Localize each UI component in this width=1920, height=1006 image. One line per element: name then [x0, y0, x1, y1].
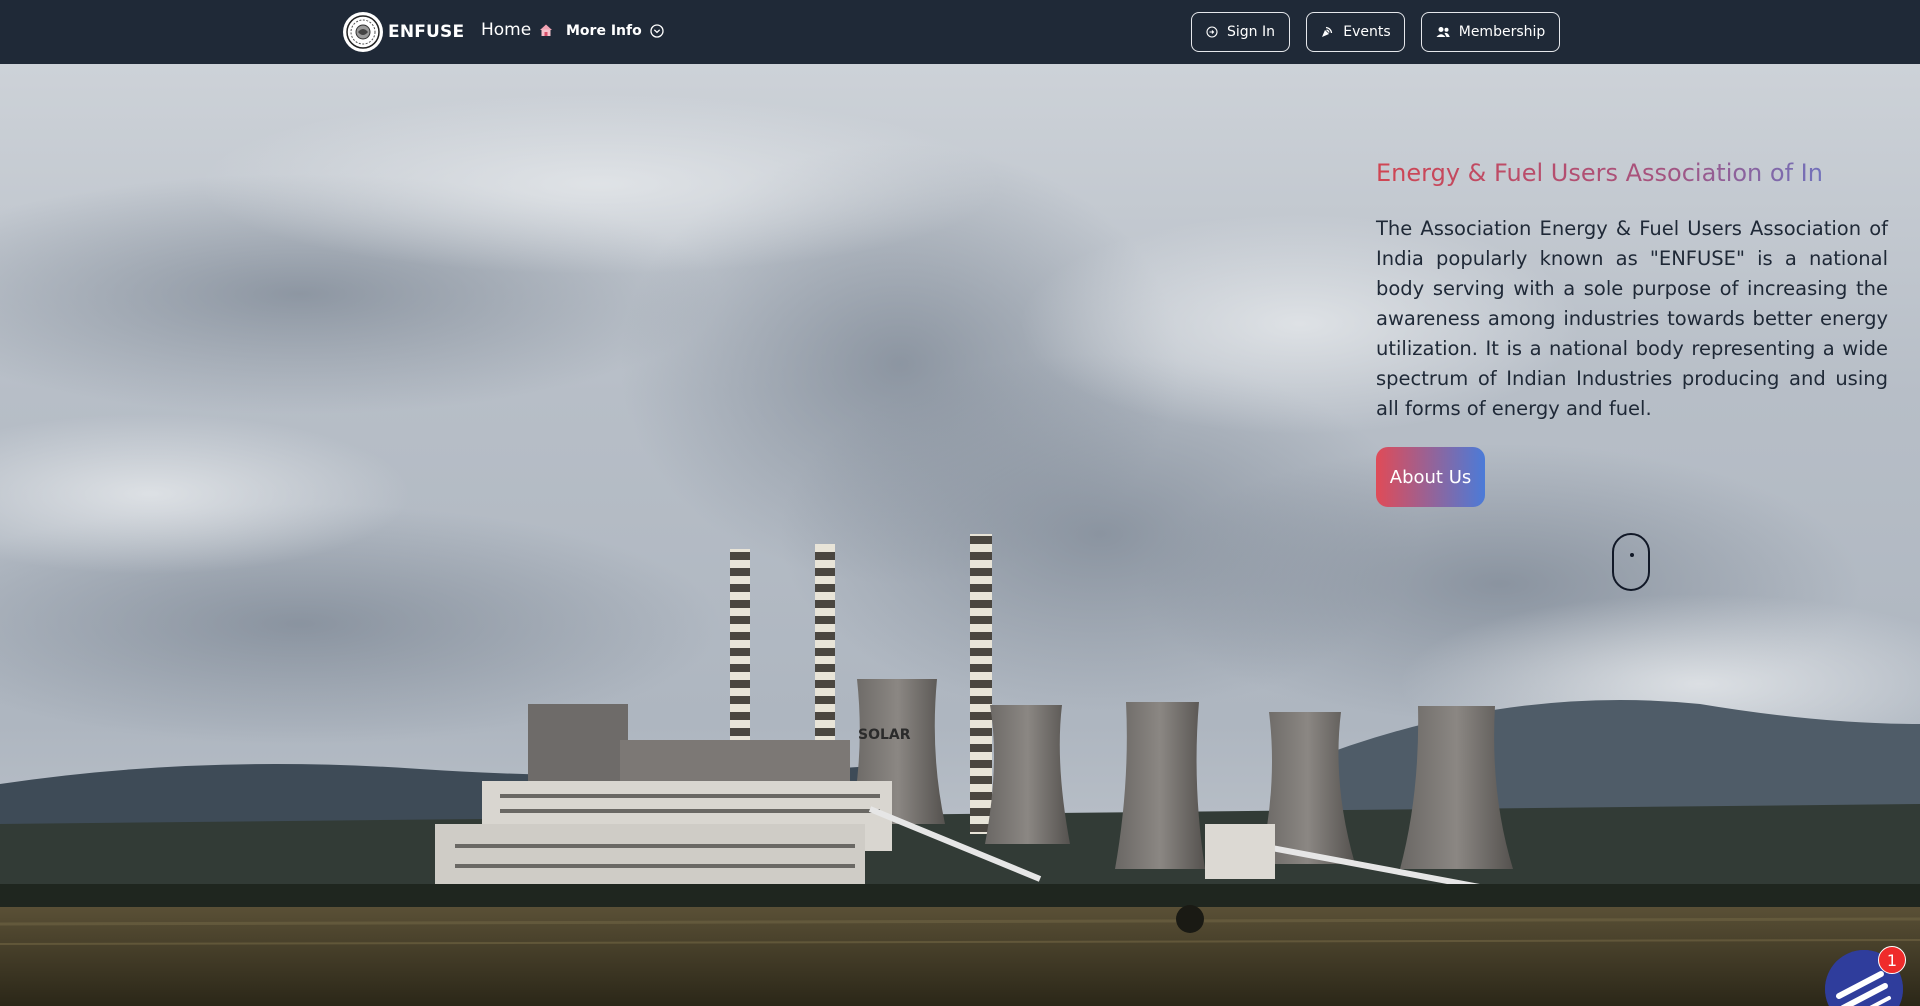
login-circle-icon — [1206, 26, 1218, 38]
home-icon — [540, 24, 553, 36]
hero-title: Energy & Fuel Users Association of In — [1376, 159, 1896, 187]
nav-home-label: Home — [481, 20, 532, 40]
emblem-logo-icon — [343, 12, 383, 52]
membership-label: Membership — [1458, 24, 1546, 40]
brand-link[interactable]: ENFUSE — [343, 12, 464, 52]
hero-section: SOLAR Energy & Fuel Users Association of… — [0, 64, 1920, 1006]
hero-description: The Association Energy & Fuel Users Asso… — [1376, 217, 1888, 420]
scroll-dot — [1630, 553, 1634, 557]
mouse-scroll-icon[interactable] — [1612, 533, 1650, 591]
chevron-down-circle-icon — [650, 24, 664, 38]
nav-more-info-label: More Info — [566, 23, 642, 39]
top-navbar: ENFUSE Home More Info Sign In Events Mem… — [0, 0, 1920, 64]
notification-badge: 1 — [1878, 946, 1906, 974]
brand-name: ENFUSE — [388, 22, 465, 42]
broadcast-icon — [1322, 26, 1333, 37]
nav-home-link[interactable]: Home — [481, 20, 553, 40]
about-us-button[interactable]: About Us — [1376, 447, 1485, 507]
sign-in-button[interactable]: Sign In — [1191, 12, 1290, 52]
sign-in-label: Sign In — [1227, 24, 1275, 40]
events-button[interactable]: Events — [1306, 12, 1405, 52]
plant-sign-text: SOLAR — [858, 727, 911, 743]
users-icon — [1436, 27, 1450, 37]
membership-button[interactable]: Membership — [1421, 12, 1560, 52]
events-label: Events — [1343, 24, 1391, 40]
nav-more-info-dropdown[interactable]: More Info — [566, 23, 664, 39]
